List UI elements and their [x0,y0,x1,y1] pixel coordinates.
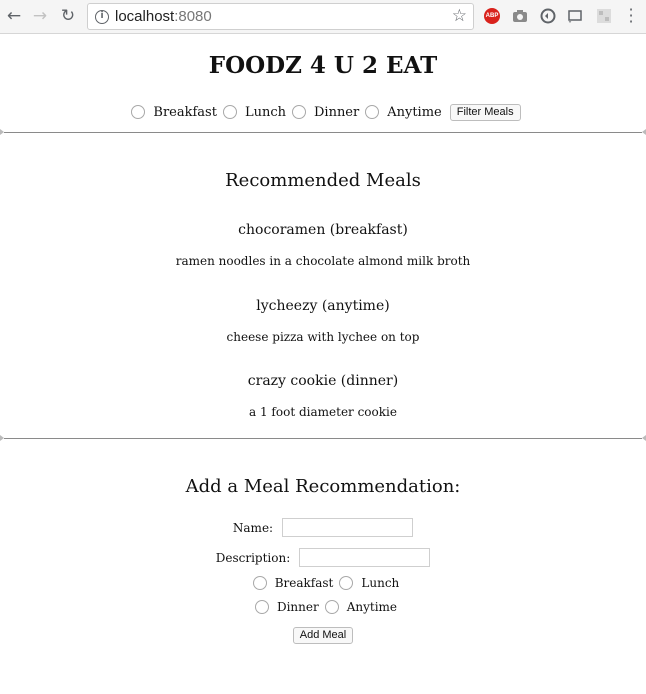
filter-option-lunch[interactable]: Lunch [217,105,286,120]
meal-type-label: Lunch [361,576,400,590]
divider [0,129,646,135]
filter-option-label: Anytime [387,104,442,120]
browser-toolbar: ← → ↻ i localhost:8080 ☆ ABP · · · [0,0,646,34]
info-icon[interactable]: i [95,10,109,24]
filter-option-breakfast[interactable]: Breakfast [125,105,217,120]
meal-name: crazy cookie (dinner) [247,373,399,389]
filter-option-label: Dinner [313,104,360,120]
back-arrow-icon[interactable]: ← [4,6,24,26]
meal-type-label: Anytime [346,600,398,614]
meal-type-option-dinner[interactable]: Dinner [249,600,319,614]
meal-description: cheese pizza with lychee on top [226,330,420,344]
meal-filter: Breakfast Lunch Dinner Anytime Filter Me… [0,101,646,123]
reload-icon[interactable]: ↻ [58,6,78,26]
sync-extension-icon[interactable] [540,8,556,24]
address-bar[interactable]: i localhost:8080 ☆ [87,3,474,30]
name-input[interactable] [282,518,414,537]
url-port: :8080 [174,8,212,25]
menu-kebab-icon[interactable]: · · · [627,2,635,30]
meal-name: chocoramen (breakfast) [238,222,408,238]
url-host: localhost [115,8,175,25]
radio-button[interactable] [339,576,354,590]
add-row: Add Meal [0,627,646,644]
name-label: Name: [232,520,274,535]
filter-option-label: Lunch [244,104,286,120]
add-meal-button[interactable]: Add Meal [292,627,354,644]
meal-type-row-1: Breakfast Lunch [0,576,646,590]
meal-description: a 1 foot diameter cookie [249,405,397,419]
filter-meals-button[interactable]: Filter Meals [449,103,521,121]
divider [0,435,646,441]
radio-button[interactable] [222,105,237,119]
filter-option-dinner[interactable]: Dinner [286,105,359,120]
extension-grid-icon[interactable] [596,8,612,24]
meal-type-label: Dinner [276,600,319,614]
forward-arrow-icon[interactable]: → [30,6,50,26]
meal-type-row-2: Dinner Anytime [0,600,646,614]
url-text[interactable]: localhost:8080 [115,8,212,25]
radio-button[interactable] [291,105,306,119]
cast-icon[interactable] [567,8,583,24]
meal-name: lycheezy (anytime) [256,298,390,314]
name-row: Name: [0,518,646,537]
description-input[interactable] [299,548,431,567]
meal-type-option-anytime[interactable]: Anytime [319,600,397,614]
meal-type-option-breakfast[interactable]: Breakfast [247,576,334,590]
camera-icon[interactable] [512,8,528,24]
filter-option-label: Breakfast [153,104,217,120]
radio-button[interactable] [324,600,339,614]
page-title: FOODZ 4 U 2 EAT [208,52,438,79]
radio-button[interactable] [252,576,267,590]
adblock-plus-icon[interactable]: ABP [484,8,500,24]
recommended-heading: Recommended Meals [225,170,421,191]
filter-option-anytime[interactable]: Anytime [359,105,442,120]
meal-type-label: Breakfast [274,576,334,590]
bookmark-star-icon[interactable]: ☆ [452,6,467,26]
description-label: Description: [215,550,291,565]
description-row: Description: [0,548,646,567]
meal-description: ramen noodles in a chocolate almond milk… [175,254,471,268]
radio-button[interactable] [254,600,269,614]
radio-button[interactable] [131,105,146,119]
add-meal-heading: Add a Meal Recommendation: [185,476,461,497]
meal-type-option-lunch[interactable]: Lunch [333,576,399,590]
radio-button[interactable] [365,105,380,119]
